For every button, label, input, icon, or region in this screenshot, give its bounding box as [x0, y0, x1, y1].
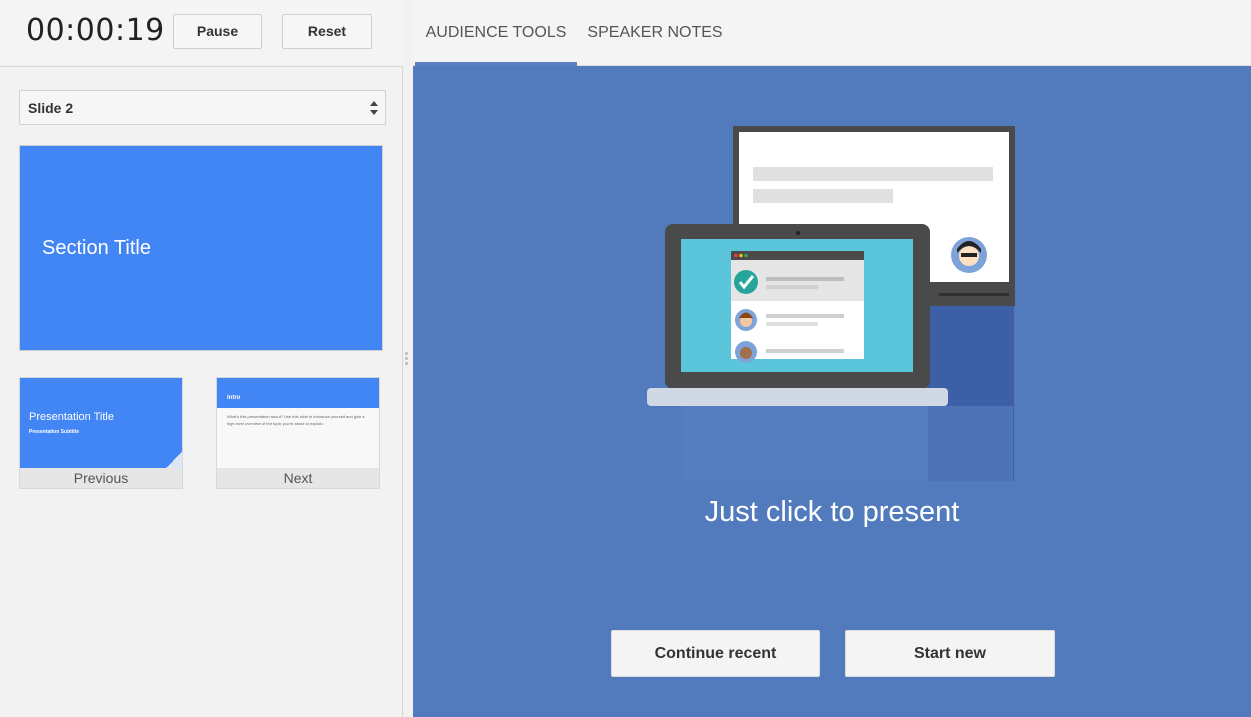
pause-button[interactable]: Pause: [173, 14, 262, 49]
previous-slide-image: Presentation Title Presentation Subtitle: [20, 378, 182, 468]
updown-arrows-icon: [370, 101, 378, 115]
previous-label: Previous: [73, 470, 129, 486]
reset-button[interactable]: Reset: [282, 14, 372, 49]
previous-slide-subtitle: Presentation Subtitle: [29, 429, 80, 435]
slide-select-value: Slide 2: [28, 100, 74, 116]
presenter-sidebar: 00:00:19 Pause Reset Slide 2 Section Tit…: [0, 0, 403, 717]
audience-tools-panel: Just click to present Continue recent St…: [413, 66, 1251, 717]
present-illustration: [647, 126, 1015, 481]
previous-slide-title: Presentation Title: [29, 411, 114, 423]
page-curl-icon: [166, 452, 182, 468]
tab-bar: AUDIENCE TOOLS SPEAKER NOTES: [413, 0, 1251, 66]
presenter-main: AUDIENCE TOOLS SPEAKER NOTES Just click …: [413, 0, 1251, 717]
current-slide-preview: Section Title: [19, 145, 383, 351]
tab-audience-tools[interactable]: AUDIENCE TOOLS: [415, 0, 577, 66]
panel-resize-handle[interactable]: [405, 352, 409, 368]
slide-select[interactable]: Slide 2: [19, 90, 386, 125]
start-new-button[interactable]: Start new: [845, 630, 1055, 677]
next-slide-thumbnail[interactable]: Intro What's this presentation about? Us…: [216, 377, 380, 489]
previous-slide-thumbnail[interactable]: Presentation Title Presentation Subtitle…: [19, 377, 183, 489]
next-slide-image: Intro What's this presentation about? Us…: [217, 378, 379, 468]
timer-bar: 00:00:19 Pause Reset: [0, 0, 403, 67]
current-slide-title: Section Title: [42, 237, 151, 259]
elapsed-timer: 00:00:19: [26, 13, 165, 48]
next-label: Next: [283, 470, 313, 486]
next-slide-title: Intro: [227, 395, 241, 401]
next-slide-body: What's this presentation about? Use this…: [227, 414, 365, 426]
present-headline: Just click to present: [704, 496, 960, 528]
tab-speaker-notes[interactable]: SPEAKER NOTES: [585, 0, 725, 66]
continue-recent-button[interactable]: Continue recent: [611, 630, 820, 677]
next-slide-header: Intro: [217, 378, 379, 408]
